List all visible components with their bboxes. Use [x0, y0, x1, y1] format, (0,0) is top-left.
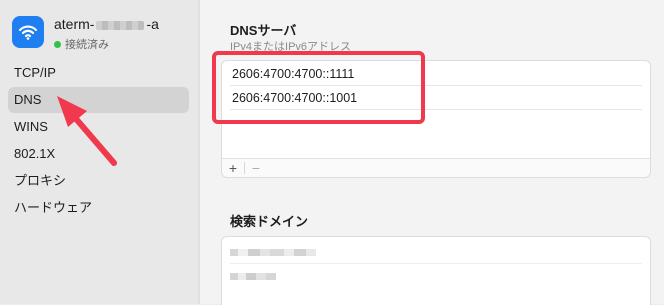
annotation-arrow	[57, 96, 117, 166]
